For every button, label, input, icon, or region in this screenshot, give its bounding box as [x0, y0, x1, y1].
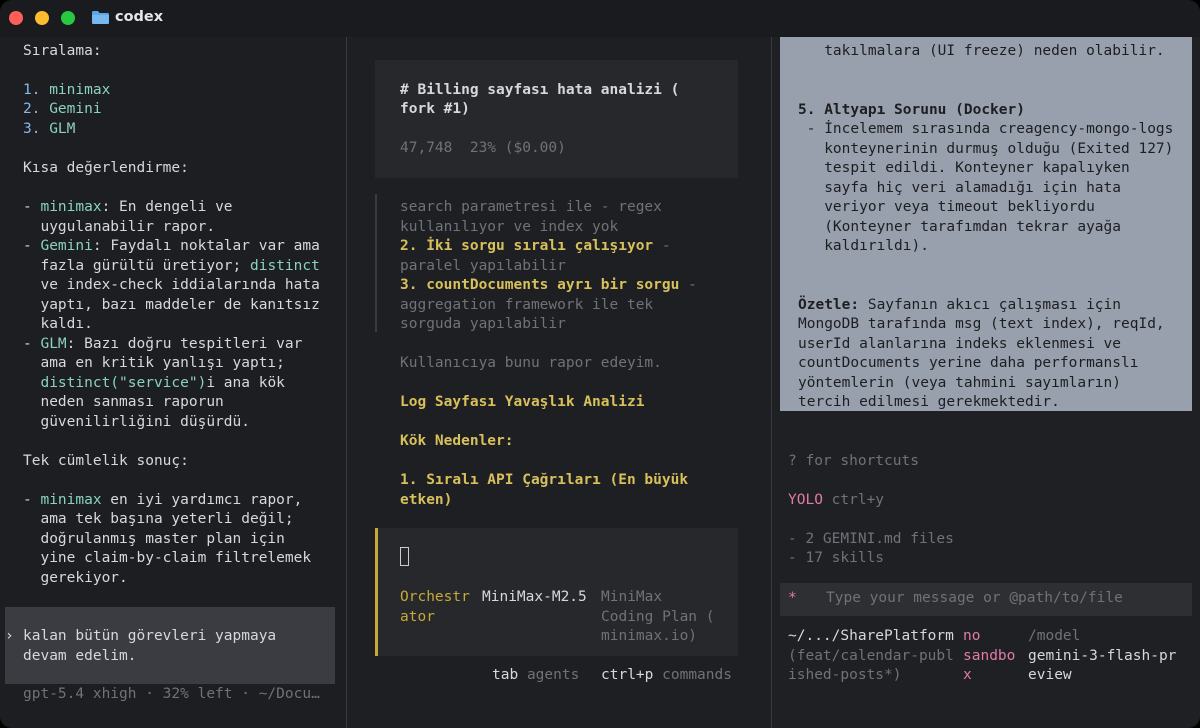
- thinking-line: sorguda yapılabilir: [400, 316, 566, 332]
- summary-heading: Tek cümlelik sonuç:: [23, 453, 189, 469]
- output-line: Özetle: Sayfanın akıcı çalışması için: [798, 297, 1122, 313]
- thinking-line: paralel yapılabilir: [400, 258, 566, 274]
- eval-line: distinct("service")i ana kök: [40, 375, 285, 391]
- evaluation-heading: Kısa değerlendirme:: [23, 160, 189, 176]
- eval-line: neden sanması raporun: [23, 394, 224, 410]
- eval-line: - Gemini: Faydalı noktalar var ama: [23, 238, 320, 254]
- folder-icon: [92, 11, 109, 24]
- session-stats: 47,748 23% ($0.00): [400, 140, 566, 156]
- analysis-heading: Log Sayfası Yavaşlık Analizi: [400, 394, 645, 410]
- session-title: fork #1): [400, 101, 470, 117]
- summary-line: - minimax en iyi yardımcı rapor,: [23, 492, 303, 508]
- output-line: countDocuments yerine daha performanslı: [798, 355, 1139, 371]
- thinking-line: aggregation framework ile tek: [400, 297, 654, 313]
- root-causes-heading: Kök Nedenler:: [400, 433, 514, 449]
- output-line: yöntemlerin (veya tahmini sayımların): [798, 375, 1122, 391]
- output-line: kaldırıldı).: [798, 238, 929, 254]
- output-line: veriyor veya timeout bekliyordu: [798, 199, 1095, 215]
- output-line: tespit edildi. Konteyner kapalıyken: [798, 160, 1130, 176]
- commands-shortcut[interactable]: ctrl+p commands: [601, 666, 732, 686]
- output-heading: 5. Altyapı Sorunu (Docker): [798, 102, 1025, 118]
- output-line: (Konteyner tarafımdan tekrar ayağa: [798, 219, 1122, 235]
- close-window-button[interactable]: [9, 11, 23, 25]
- report-line: Kullanıcıya bunu rapor edeyim.: [400, 355, 662, 371]
- model-label: /model: [1028, 628, 1081, 644]
- yolo-indicator[interactable]: YOLO ctrl+y: [788, 491, 884, 511]
- agent-model[interactable]: MiniMax-M2.5: [482, 588, 587, 608]
- eval-line: yaptı, bazı maddeler de kanıtsız: [23, 297, 320, 313]
- output-line: userId alanlarına indeks eklenmesi ve: [798, 336, 1122, 352]
- thinking-line: search parametresi ile - regex: [400, 199, 662, 215]
- sandbox-status: x: [963, 667, 972, 683]
- agent-provider: MiniMax: [601, 589, 663, 605]
- eval-line: kaldı.: [23, 316, 93, 332]
- thinking-line: 3. countDocuments ayrı bir sorgu -: [400, 277, 697, 293]
- eval-line: uygulanabilir rapor.: [23, 219, 216, 235]
- thinking-line: 2. İki sorgu sıralı çalışıyor -: [400, 238, 671, 254]
- input-star-icon: *: [788, 590, 797, 606]
- agents-shortcut[interactable]: tab agents: [492, 666, 579, 686]
- model-name[interactable]: eview: [1028, 666, 1072, 686]
- shortcuts-hint: ? for shortcuts: [788, 453, 919, 469]
- agent-provider: Coding Plan (: [601, 609, 715, 625]
- agent-name: Orchestr: [400, 589, 470, 605]
- text-cursor: [400, 547, 409, 566]
- agent-provider: minimax.io): [601, 628, 698, 644]
- summary-line: ama tek başına yeterli değil;: [23, 511, 294, 527]
- agent-name: ator: [400, 609, 435, 625]
- cause-heading: etken): [400, 492, 453, 508]
- thinking-line: kullanılıyor ve index yok: [400, 219, 619, 235]
- eval-line: - GLM: Bazı doğru tespitleri var: [23, 336, 303, 352]
- output-line: MongoDB tarafında msg (text index), reqI…: [798, 316, 1165, 332]
- ranking-item: 1. minimax: [23, 82, 111, 98]
- right-pane-gemini[interactable]: takılmalara (UI freeze) neden olabilir. …: [772, 37, 1200, 728]
- eval-line: güvenilirliğini düşürdü.: [23, 414, 250, 430]
- minimize-window-button[interactable]: [35, 11, 49, 25]
- eval-line: ama en kritik yanlışı yaptı;: [23, 355, 285, 371]
- session-title: # Billing sayfası hata analizi (: [400, 82, 680, 98]
- ranking-heading: Sıralama:: [23, 43, 102, 59]
- terminal-window: codex Sıralama: 1. minimax 2. Gemini 3. …: [0, 0, 1200, 728]
- output-line: takılmalara (UI freeze) neden olabilir.: [798, 43, 1165, 59]
- window-title: codex: [115, 9, 164, 25]
- middle-pane-agent[interactable]: # Billing sayfası hata analizi ( fork #1…: [347, 37, 771, 728]
- user-message: kalan bütün görevleri yapmaya: [23, 628, 277, 644]
- title-bar: codex: [0, 0, 1200, 37]
- eval-line: fazla gürültü üretiyor; distinct: [23, 258, 320, 274]
- cause-heading: 1. Sıralı API Çağrıları (En büyük: [400, 472, 689, 488]
- context-files: - 2 GEMINI.md files: [788, 531, 954, 547]
- left-pane-codex[interactable]: Sıralama: 1. minimax 2. Gemini 3. GLM Kı…: [0, 37, 346, 728]
- selected-text-block[interactable]: takılmalara (UI freeze) neden olabilir. …: [780, 37, 1192, 411]
- ranking-item: 3. GLM: [23, 121, 76, 137]
- summary-line: gerekiyor.: [23, 570, 128, 586]
- output-line: konteynerinin durmuş olduğu (Exited 127): [798, 141, 1174, 157]
- output-line: tercih edilmesi gerekmektedir.: [798, 394, 1060, 410]
- zoom-window-button[interactable]: [61, 11, 75, 25]
- user-message: devam edelim.: [23, 648, 137, 664]
- context-skills: - 17 skills: [788, 550, 885, 566]
- model-name[interactable]: gemini-3-flash-pr: [1028, 647, 1176, 667]
- summary-line: doğrulanmış master plan için: [23, 531, 285, 547]
- quote-bar: [375, 194, 377, 332]
- summary-line: yine claim-by-claim filtrelemek: [23, 550, 312, 566]
- ranking-item: 2. Gemini: [23, 101, 102, 117]
- sandbox-status: sandbo: [963, 648, 1016, 664]
- eval-line: ve index-check iddialarında hata: [23, 277, 320, 293]
- output-line: sayfa hiç veri alamadığı için hata: [798, 180, 1122, 196]
- sandbox-status: no: [963, 628, 981, 644]
- codex-status-bar: gpt-5.4 xhigh · 32% left · ~/Docu…: [23, 686, 320, 702]
- eval-line: - minimax: En dengeli ve: [23, 199, 233, 215]
- cwd-branch: ished-posts*): [788, 667, 902, 683]
- prompt-chevron-icon: ›: [5, 628, 14, 644]
- cwd-branch: (feat/calendar-publ: [788, 648, 954, 664]
- cwd-path: ~/.../SharePlatform: [788, 628, 954, 644]
- input-placeholder: Type your message or @path/to/file: [826, 590, 1123, 606]
- output-line: - İncelemem sırasında creagency-mongo-lo…: [798, 121, 1174, 137]
